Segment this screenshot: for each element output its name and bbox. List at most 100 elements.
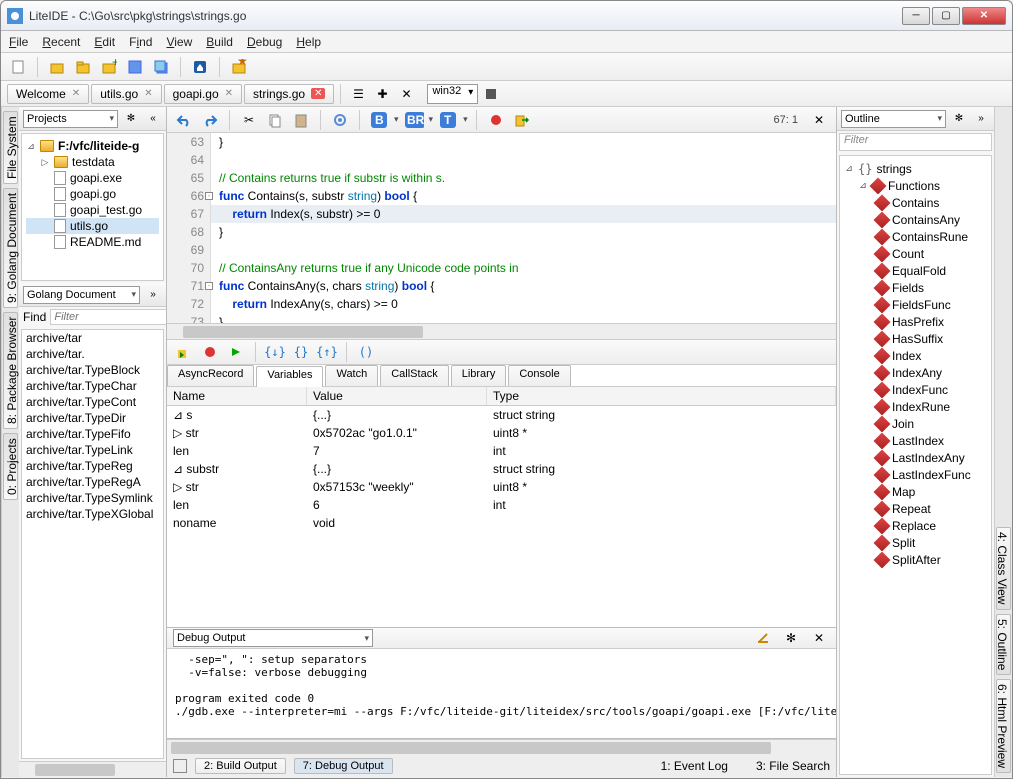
save-all-icon[interactable] bbox=[150, 56, 172, 78]
outline-item[interactable]: Contains bbox=[844, 194, 987, 211]
open-file-icon[interactable] bbox=[46, 56, 68, 78]
rail-package-browser[interactable]: 8: Package Browser bbox=[3, 312, 18, 429]
menu-edit[interactable]: Edit bbox=[94, 35, 115, 49]
debug-output-combo[interactable]: Debug Output bbox=[173, 629, 373, 647]
output-scrollbar[interactable] bbox=[167, 739, 836, 755]
new-file-icon[interactable] bbox=[7, 56, 29, 78]
outline-item[interactable]: FieldsFunc bbox=[844, 296, 987, 313]
list-item[interactable]: archive/tar.TypeXGlobal bbox=[22, 506, 163, 522]
outline-item[interactable]: IndexFunc bbox=[844, 381, 987, 398]
scrollbar[interactable] bbox=[19, 761, 166, 777]
outline-item[interactable]: IndexRune bbox=[844, 398, 987, 415]
tab-callstack[interactable]: CallStack bbox=[380, 365, 448, 386]
outline-item[interactable]: Map bbox=[844, 483, 987, 500]
exit-icon[interactable] bbox=[511, 109, 533, 131]
outline-filter[interactable]: Filter bbox=[839, 133, 992, 151]
table-row[interactable]: ▷ str0x5702ac "go1.0.1"uint8 * bbox=[167, 424, 836, 442]
doc-list[interactable]: archive/tararchive/tar.archive/tar.TypeB… bbox=[21, 329, 164, 759]
menu-debug[interactable]: Debug bbox=[247, 35, 282, 49]
tab-watch[interactable]: Watch bbox=[325, 365, 378, 386]
list-item[interactable]: archive/tar.TypeDir bbox=[22, 410, 163, 426]
table-row[interactable]: ⊿ substr{...}struct string bbox=[167, 460, 836, 478]
menu-build[interactable]: Build bbox=[206, 35, 233, 49]
debug-output[interactable]: -sep=", ": setup separators -v=false: ve… bbox=[167, 649, 836, 739]
col-name[interactable]: Name bbox=[167, 387, 307, 405]
outline-combo[interactable]: Outline bbox=[841, 110, 946, 128]
add-folder-icon[interactable]: + bbox=[98, 56, 120, 78]
tab-utils[interactable]: utils.go✕ bbox=[91, 84, 161, 104]
tab-library[interactable]: Library bbox=[451, 365, 507, 386]
tab-asyncrecord[interactable]: AsyncRecord bbox=[167, 365, 254, 386]
close-editor-icon[interactable]: ✕ bbox=[808, 109, 830, 131]
outline-item[interactable]: HasSuffix bbox=[844, 330, 987, 347]
step-into-icon[interactable]: {} bbox=[290, 341, 312, 363]
outline-item[interactable]: Fields bbox=[844, 279, 987, 296]
build-b-icon[interactable]: B bbox=[368, 109, 390, 131]
open-folder-icon[interactable] bbox=[72, 56, 94, 78]
editor-scrollbar[interactable] bbox=[167, 323, 836, 339]
collapse-icon[interactable]: » bbox=[972, 110, 990, 128]
test-t-icon[interactable]: T bbox=[437, 109, 459, 131]
outline-item[interactable]: HasPrefix bbox=[844, 313, 987, 330]
tab-list-icon[interactable]: ☰ bbox=[347, 83, 369, 105]
col-type[interactable]: Type bbox=[487, 387, 836, 405]
tab-welcome[interactable]: Welcome✕ bbox=[7, 84, 89, 104]
rail-html-preview[interactable]: 6: Html Preview bbox=[996, 679, 1011, 773]
table-row[interactable]: ⊿ s{...}struct string bbox=[167, 406, 836, 424]
outline-item[interactable]: LastIndexAny bbox=[844, 449, 987, 466]
debug-continue-icon[interactable] bbox=[225, 341, 247, 363]
close-icon[interactable]: ✕ bbox=[225, 88, 233, 99]
wizard-icon[interactable]: ★ bbox=[228, 56, 250, 78]
copy-icon[interactable] bbox=[264, 109, 286, 131]
list-item[interactable]: archive/tar. bbox=[22, 346, 163, 362]
build-br-icon[interactable]: BR bbox=[403, 109, 425, 131]
rail-golang-doc[interactable]: 9: Golang Document bbox=[3, 188, 18, 308]
filter-input[interactable] bbox=[50, 309, 167, 325]
outline-item[interactable]: SplitAfter bbox=[844, 551, 987, 568]
rail-outline[interactable]: 5: Outline bbox=[996, 614, 1011, 675]
outline-item[interactable]: Repeat bbox=[844, 500, 987, 517]
outline-item[interactable]: Count bbox=[844, 245, 987, 262]
list-item[interactable]: archive/tar.TypeBlock bbox=[22, 362, 163, 378]
step-instr-icon[interactable]: () bbox=[355, 341, 377, 363]
projects-combo[interactable]: Projects bbox=[23, 110, 118, 128]
gear-icon[interactable]: ✻ bbox=[122, 110, 140, 128]
redo-icon[interactable] bbox=[199, 109, 221, 131]
debug-start-icon[interactable] bbox=[173, 341, 195, 363]
target-select[interactable]: win32 bbox=[427, 84, 478, 104]
menu-help[interactable]: Help bbox=[296, 35, 321, 49]
home-icon[interactable] bbox=[189, 56, 211, 78]
list-item[interactable]: archive/tar.TypeLink bbox=[22, 442, 163, 458]
outline-item[interactable]: ContainsAny bbox=[844, 211, 987, 228]
outline-item[interactable]: LastIndexFunc bbox=[844, 466, 987, 483]
tab-variables[interactable]: Variables bbox=[256, 366, 323, 387]
outline-item[interactable]: EqualFold bbox=[844, 262, 987, 279]
outline-item[interactable]: ContainsRune bbox=[844, 228, 987, 245]
outline-tree[interactable]: ⊿{}strings ⊿Functions ContainsContainsAn… bbox=[839, 155, 992, 775]
outline-item[interactable]: Join bbox=[844, 415, 987, 432]
undo-icon[interactable] bbox=[173, 109, 195, 131]
menu-file[interactable]: File bbox=[9, 35, 28, 49]
close-icon[interactable]: ✕ bbox=[144, 88, 152, 99]
outline-item[interactable]: Replace bbox=[844, 517, 987, 534]
maximize-button[interactable]: ▢ bbox=[932, 7, 960, 25]
step-out-icon[interactable]: {↑} bbox=[316, 341, 338, 363]
list-item[interactable]: archive/tar bbox=[22, 330, 163, 346]
close-panel-icon[interactable]: ✕ bbox=[808, 627, 830, 649]
expand-icon[interactable]: ⊿ bbox=[26, 141, 36, 152]
collapse-icon[interactable]: » bbox=[144, 286, 162, 304]
menu-find[interactable]: Find bbox=[129, 35, 152, 49]
table-row[interactable]: ▷ str0x57153c "weekly"uint8 * bbox=[167, 478, 836, 496]
menu-view[interactable]: View bbox=[166, 35, 192, 49]
outline-item[interactable]: Index bbox=[844, 347, 987, 364]
tab-close-icon[interactable]: ✕ bbox=[395, 83, 417, 105]
debug-stop-icon[interactable] bbox=[199, 341, 221, 363]
code-editor[interactable]: 63646566-6768697071-7273 }// Contains re… bbox=[167, 133, 836, 323]
outline-item[interactable]: Split bbox=[844, 534, 987, 551]
stop-icon[interactable] bbox=[480, 83, 502, 105]
status-event-log[interactable]: 1: Event Log bbox=[661, 759, 728, 773]
list-item[interactable]: archive/tar.TypeFifo bbox=[22, 426, 163, 442]
close-icon[interactable]: ✕ bbox=[72, 88, 80, 99]
collapse-icon[interactable]: « bbox=[144, 110, 162, 128]
tab-strings[interactable]: strings.go✕ bbox=[244, 84, 334, 104]
